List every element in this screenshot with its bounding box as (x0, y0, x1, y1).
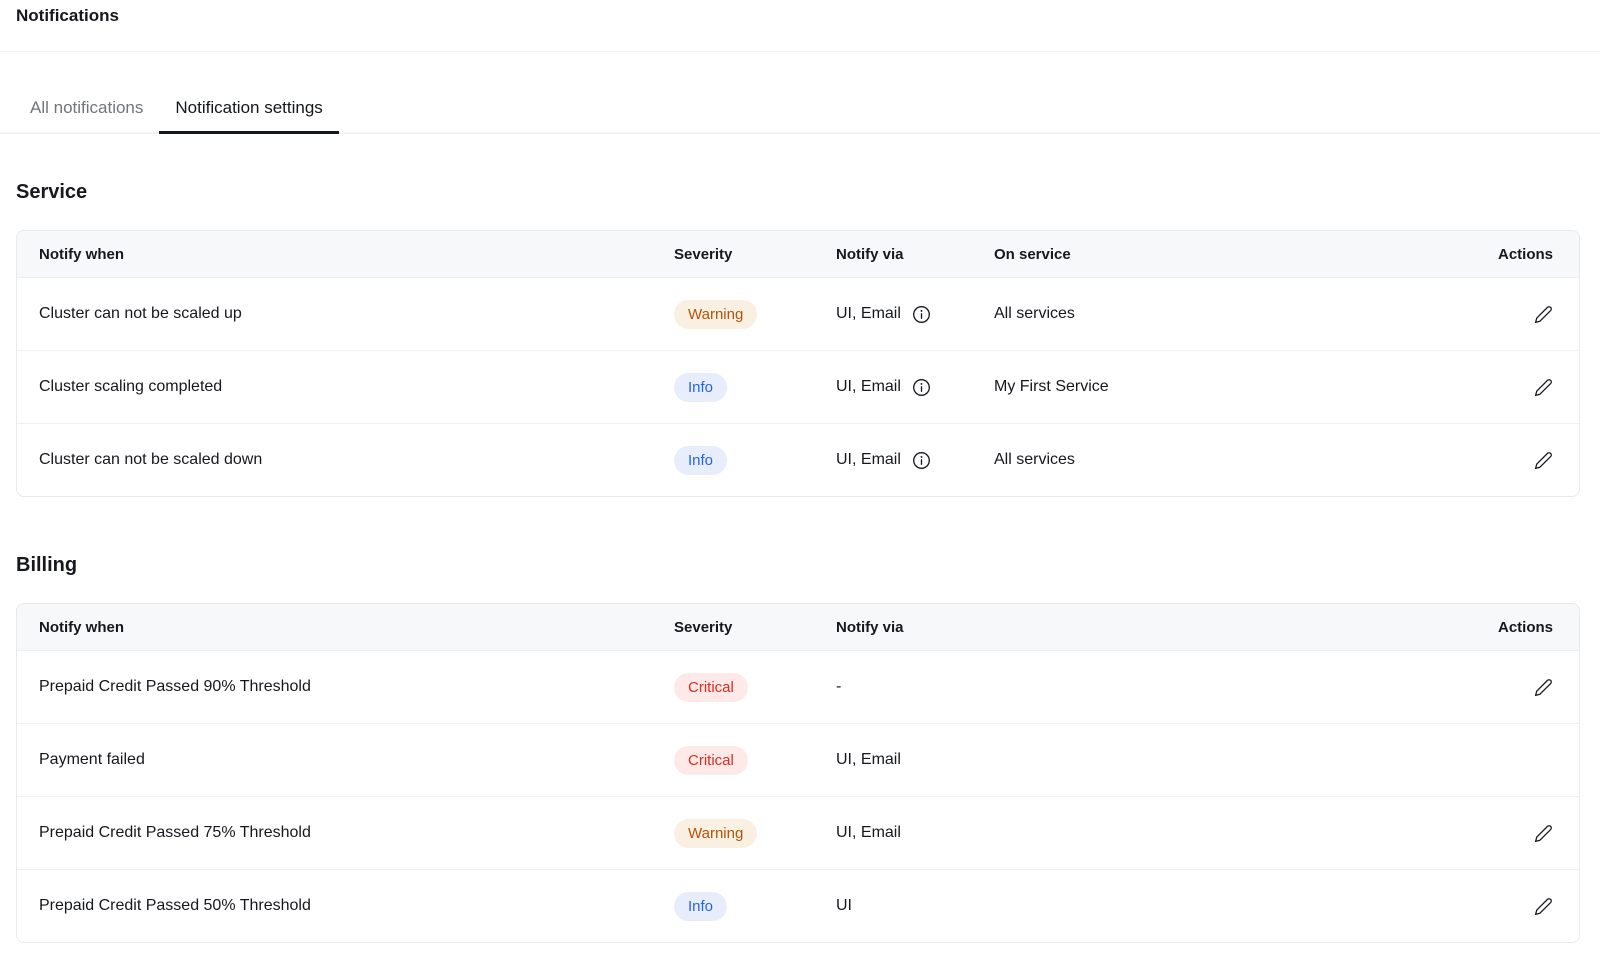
notify-via-value: UI (836, 897, 852, 915)
column-header-on-service: On service (972, 246, 1414, 263)
info-icon[interactable] (912, 305, 931, 324)
section-heading-billing: Billing (16, 553, 1600, 577)
info-icon[interactable] (912, 378, 931, 397)
notify-when-cell: Payment failed (17, 751, 652, 769)
severity-badge: Info (674, 373, 727, 402)
billing-table-header: Notify when Severity Notify via Actions (17, 604, 1579, 650)
tabs-bar: All notifications Notification settings (0, 98, 1600, 134)
column-header-notify-when: Notify when (17, 246, 652, 263)
severity-badge: Info (674, 446, 727, 475)
severity-badge: Critical (674, 673, 748, 702)
notify-via-value: UI, Email (836, 305, 901, 323)
table-row: Prepaid Credit Passed 50% Threshold Info… (17, 869, 1579, 942)
on-service-cell: All services (972, 305, 1414, 323)
severity-badge: Warning (674, 300, 757, 329)
on-service-cell: My First Service (972, 378, 1414, 396)
notify-when-cell: Prepaid Credit Passed 50% Threshold (17, 897, 652, 915)
column-header-actions: Actions (1414, 619, 1579, 636)
service-table-header: Notify when Severity Notify via On servi… (17, 231, 1579, 277)
service-table: Notify when Severity Notify via On servi… (16, 230, 1580, 497)
table-row: Cluster can not be scaled up Warning UI,… (17, 277, 1579, 350)
edit-button[interactable] (1534, 451, 1553, 470)
edit-button[interactable] (1534, 378, 1553, 397)
tab-notification-settings[interactable]: Notification settings (159, 98, 338, 134)
notify-via-value: - (836, 678, 841, 696)
notify-when-cell: Cluster can not be scaled up (17, 305, 652, 323)
info-icon[interactable] (912, 451, 931, 470)
edit-button[interactable] (1534, 824, 1553, 843)
severity-badge: Warning (674, 819, 757, 848)
page-title: Notifications (16, 5, 1584, 27)
table-row: Cluster can not be scaled down Info UI, … (17, 423, 1579, 496)
notify-via-value: UI, Email (836, 378, 901, 396)
notify-when-cell: Prepaid Credit Passed 75% Threshold (17, 824, 652, 842)
column-header-notify-via: Notify via (814, 619, 1414, 636)
severity-badge: Info (674, 892, 727, 921)
notify-when-cell: Cluster scaling completed (17, 378, 652, 396)
on-service-cell: All services (972, 451, 1414, 469)
severity-badge: Critical (674, 746, 748, 775)
table-row: Prepaid Credit Passed 90% Threshold Crit… (17, 650, 1579, 723)
edit-button[interactable] (1534, 678, 1553, 697)
table-row: Payment failed Critical UI, Email (17, 723, 1579, 796)
title-bar: Notifications (0, 0, 1600, 52)
edit-button[interactable] (1534, 305, 1553, 324)
notify-via-value: UI, Email (836, 824, 901, 842)
column-header-notify-when: Notify when (17, 619, 652, 636)
table-row: Cluster scaling completed Info UI, Email… (17, 350, 1579, 423)
column-header-severity: Severity (652, 246, 814, 263)
tab-all-notifications[interactable]: All notifications (14, 98, 159, 134)
billing-table: Notify when Severity Notify via Actions … (16, 603, 1580, 943)
column-header-actions: Actions (1414, 246, 1579, 263)
table-row: Prepaid Credit Passed 75% Threshold Warn… (17, 796, 1579, 869)
notify-when-cell: Cluster can not be scaled down (17, 451, 652, 469)
edit-button[interactable] (1534, 897, 1553, 916)
column-header-notify-via: Notify via (814, 246, 972, 263)
notify-when-cell: Prepaid Credit Passed 90% Threshold (17, 678, 652, 696)
column-header-severity: Severity (652, 619, 814, 636)
notify-via-value: UI, Email (836, 751, 901, 769)
notify-via-value: UI, Email (836, 451, 901, 469)
section-heading-service: Service (16, 180, 1600, 204)
